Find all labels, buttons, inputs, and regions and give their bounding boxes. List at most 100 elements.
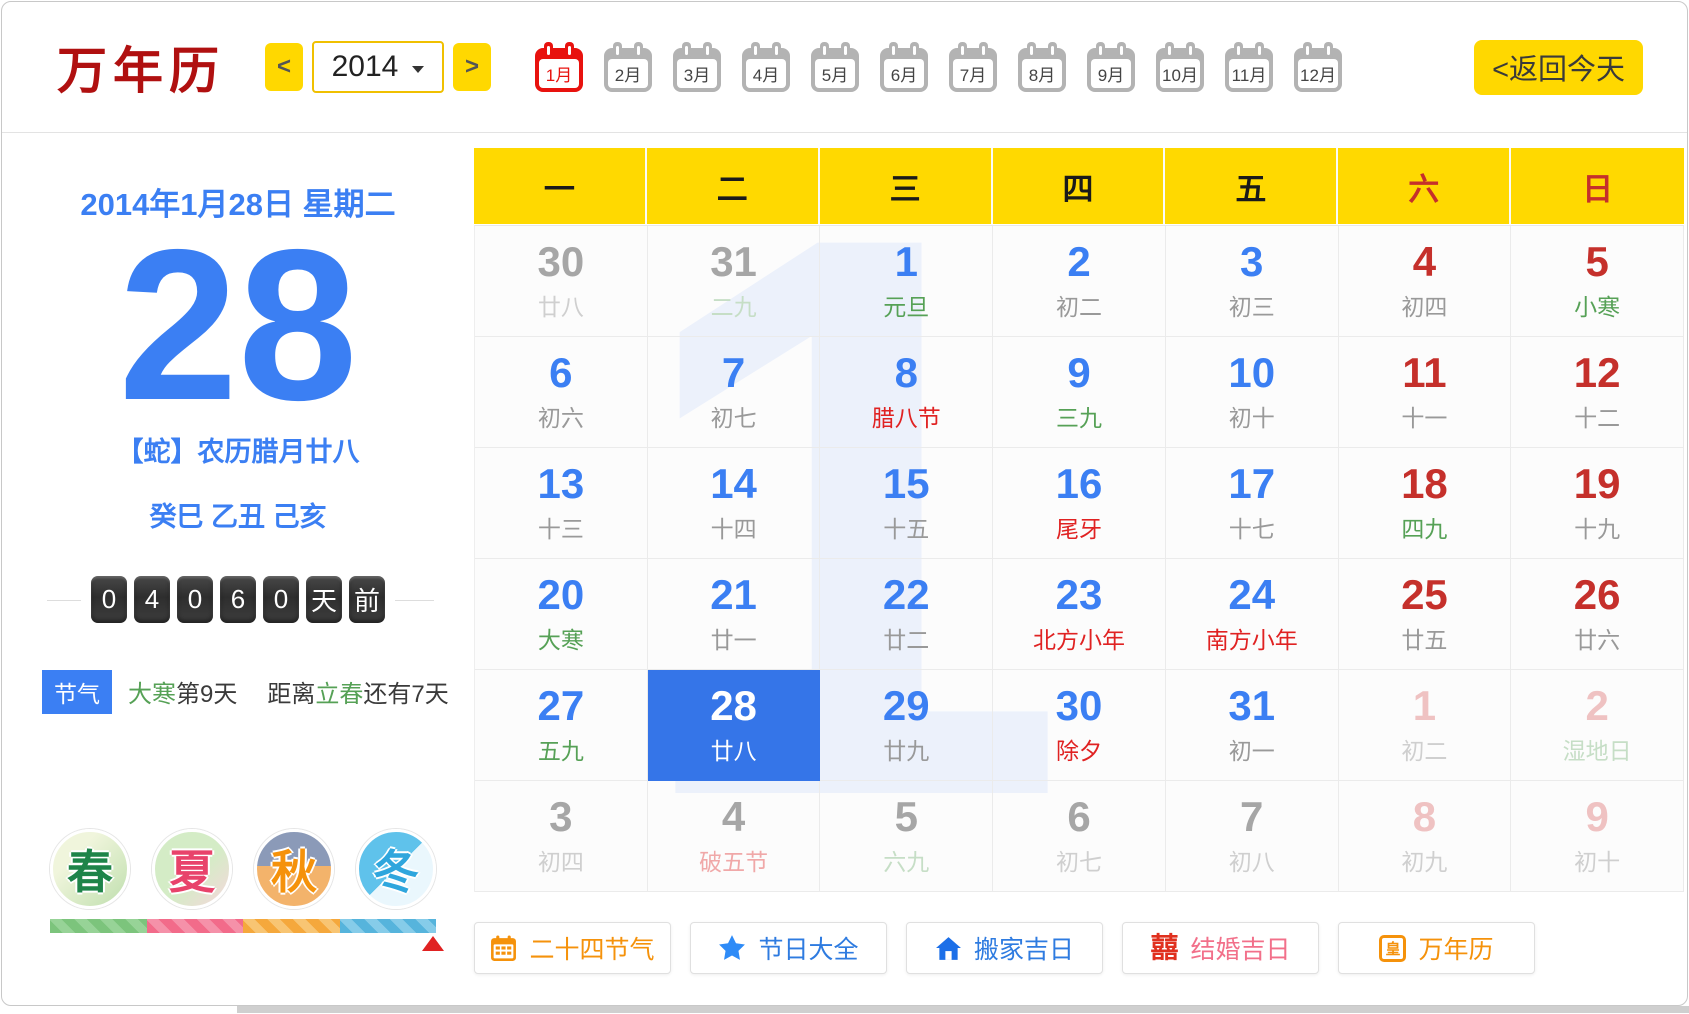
calendar-cell[interactable]: 16尾牙: [993, 448, 1166, 559]
calendar-cell[interactable]: 29廿九: [820, 670, 993, 781]
calendar-cell[interactable]: 11十一: [1339, 337, 1512, 448]
calendar-cell[interactable]: 8腊八节: [820, 337, 993, 448]
cell-day-number: 22: [820, 572, 992, 618]
calendar-cell[interactable]: 6初六: [475, 337, 648, 448]
calendar-cell[interactable]: 12十二: [1511, 337, 1684, 448]
prev-year-button[interactable]: <: [265, 43, 303, 91]
solar-term-row: 节气 大寒第9天距离立春还有7天: [2, 670, 474, 714]
calendar-ring-icon: [841, 42, 850, 59]
footer-buttons: 二十四节气节日大全搬家吉日囍结婚吉日皇万年历: [474, 922, 1684, 974]
calendar-ring-icon: [1324, 42, 1333, 59]
season-icon-summer[interactable]: 夏: [152, 829, 232, 909]
cell-lunar-label: 破五节: [648, 843, 820, 877]
calendar-cell[interactable]: 20大寒: [475, 559, 648, 670]
calendar-cell[interactable]: 8初九: [1339, 781, 1512, 892]
calendar-cell[interactable]: 4初四: [1339, 226, 1512, 337]
calendar-cell[interactable]: 1初二: [1339, 670, 1512, 781]
next-year-button[interactable]: >: [453, 43, 491, 91]
cell-lunar-label: 除夕: [993, 732, 1165, 766]
calendar-cell[interactable]: 9初十: [1511, 781, 1684, 892]
cell-lunar-label: 初十: [1511, 843, 1683, 877]
cell-day-number: 1: [820, 239, 992, 285]
seasons-widget: 春夏秋冬: [50, 829, 436, 951]
month-tab-3月[interactable]: 3月: [673, 42, 721, 92]
cell-day-number: 31: [648, 239, 820, 285]
footer-button-label: 结婚吉日: [1191, 930, 1291, 966]
calendar-cell[interactable]: 17十七: [1166, 448, 1339, 559]
month-tab-9月[interactable]: 9月: [1087, 42, 1135, 92]
calendar-cell[interactable]: 23北方小年: [993, 559, 1166, 670]
calendar-cell[interactable]: 3初四: [475, 781, 648, 892]
calendar-cell[interactable]: 22廿二: [820, 559, 993, 670]
calendar-cell[interactable]: 6初七: [993, 781, 1166, 892]
month-tab-label: 6月: [884, 59, 924, 88]
cell-lunar-label: 五九: [475, 732, 647, 766]
stripe-autumn: [243, 919, 340, 933]
calendar-cell[interactable]: 7初七: [648, 337, 821, 448]
calendar-ring-icon: [979, 42, 988, 59]
month-tab-11月[interactable]: 11月: [1225, 42, 1273, 92]
calendar-cell[interactable]: 26廿六: [1511, 559, 1684, 670]
calendar-cell[interactable]: 5六九: [820, 781, 993, 892]
calendar-cell[interactable]: 13十三: [475, 448, 648, 559]
calendar-cell[interactable]: 30廿八: [475, 226, 648, 337]
lunar-date-line: 【蛇】农历腊月廿八: [2, 430, 474, 469]
solar-term-text: 大寒第9天距离立春还有7天: [128, 674, 449, 709]
calendar-ring-icon: [1048, 42, 1057, 59]
calendar-cell[interactable]: 18四九: [1339, 448, 1512, 559]
calendar-cell[interactable]: 30除夕: [993, 670, 1166, 781]
calendar-cell[interactable]: 5小寒: [1511, 226, 1684, 337]
month-tab-5月[interactable]: 5月: [811, 42, 859, 92]
calendar-cell[interactable]: 31二九: [648, 226, 821, 337]
calendar-cell[interactable]: 3初三: [1166, 226, 1339, 337]
countdown-tile: 0: [177, 576, 213, 623]
calendar-cell[interactable]: 10初十: [1166, 337, 1339, 448]
season-icon-autumn[interactable]: 秋: [254, 829, 334, 909]
month-tab-10月[interactable]: 10月: [1156, 42, 1204, 92]
house-icon: [935, 935, 962, 962]
wedding-button[interactable]: 囍结婚吉日: [1122, 922, 1319, 974]
calendar-cell[interactable]: 14十四: [648, 448, 821, 559]
month-tab-6月[interactable]: 6月: [880, 42, 928, 92]
jieqi24-button[interactable]: 二十四节气: [474, 922, 671, 974]
calendar-cell[interactable]: 4破五节: [648, 781, 821, 892]
cell-lunar-label: 大寒: [475, 621, 647, 655]
month-tab-12月[interactable]: 12月: [1294, 42, 1342, 92]
calendar-cell-selected[interactable]: 28廿八: [648, 670, 821, 781]
solar-term-fragment: 还有7天: [363, 681, 448, 708]
calendar-cell[interactable]: 21廿一: [648, 559, 821, 670]
calendar-cell[interactable]: 15十五: [820, 448, 993, 559]
month-tab-label: 4月: [746, 59, 786, 88]
calendar-cell[interactable]: 1元旦: [820, 226, 993, 337]
window-bottom-edge: [237, 1006, 1689, 1013]
month-tab-2月[interactable]: 2月: [604, 42, 652, 92]
calendar-cell[interactable]: 2湿地日: [1511, 670, 1684, 781]
calendar-cell[interactable]: 27五九: [475, 670, 648, 781]
countdown-tile: 4: [134, 576, 170, 623]
festivals-button[interactable]: 节日大全: [690, 922, 887, 974]
season-icon-winter[interactable]: 冬: [356, 829, 436, 909]
calendar-ring-icon: [1027, 42, 1036, 59]
cell-lunar-label: 廿五: [1339, 621, 1511, 655]
cell-lunar-label: 初四: [475, 843, 647, 877]
moving-button[interactable]: 搬家吉日: [906, 922, 1103, 974]
calendar-cell[interactable]: 7初八: [1166, 781, 1339, 892]
season-icon-spring[interactable]: 春: [50, 829, 130, 909]
calendar-cell[interactable]: 31初一: [1166, 670, 1339, 781]
calendar-cell[interactable]: 19十九: [1511, 448, 1684, 559]
calendar-cell[interactable]: 24南方小年: [1166, 559, 1339, 670]
month-tab-8月[interactable]: 8月: [1018, 42, 1066, 92]
cell-day-number: 27: [475, 683, 647, 729]
calendar-ring-icon: [565, 42, 574, 59]
wannianli-button[interactable]: 皇万年历: [1338, 922, 1535, 974]
back-to-today-button[interactable]: <返回今天: [1474, 40, 1643, 95]
calendar-cell[interactable]: 9三九: [993, 337, 1166, 448]
calendar-cell[interactable]: 2初二: [993, 226, 1166, 337]
month-tab-7月[interactable]: 7月: [949, 42, 997, 92]
month-tab-1月[interactable]: 1月: [535, 42, 583, 92]
calendar-cell[interactable]: 25廿五: [1339, 559, 1512, 670]
calendar-app-window: 万年历 < 2014 > 1月2月3月4月5月6月7月8月9月10月11月12月…: [1, 1, 1688, 1006]
calendar-ring-icon: [1117, 42, 1126, 59]
month-tab-4月[interactable]: 4月: [742, 42, 790, 92]
year-select[interactable]: 2014: [312, 41, 444, 93]
